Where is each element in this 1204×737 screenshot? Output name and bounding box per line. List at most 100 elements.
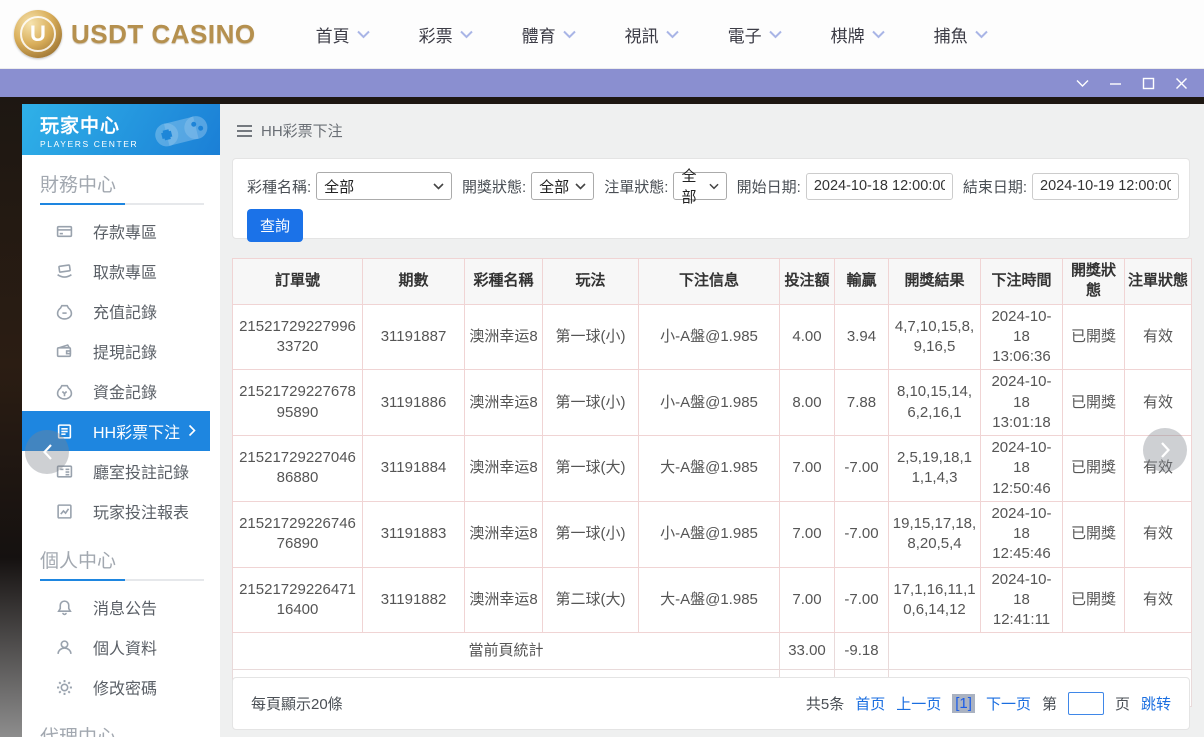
- jump-button[interactable]: 跳转: [1141, 693, 1171, 714]
- chevron-down-icon: [871, 30, 885, 38]
- lottery-select[interactable]: 全部: [316, 172, 452, 200]
- table-cell: 31191887: [362, 303, 465, 371]
- col-draw-status: 開獎狀態: [1062, 258, 1125, 305]
- table-cell: 2152172922799633720: [232, 303, 363, 371]
- table-cell: -7.00: [834, 435, 889, 502]
- section-label-personal: 個人中心: [40, 551, 117, 572]
- table-row: 2152172922767895890 31191886 澳洲幸运8 第一球(小) 小-…: [232, 369, 1192, 436]
- start-date-label: 開始日期:: [736, 178, 801, 196]
- next-page-link[interactable]: 下一页: [986, 693, 1031, 714]
- col-bet-info: 下注信息: [638, 258, 780, 305]
- table-cell: 已開獎: [1062, 369, 1125, 436]
- table-cell: 8.00: [779, 369, 835, 436]
- sidebar-item-withdraw[interactable]: 取款專區: [22, 251, 220, 291]
- summary-bet-total: 33.00: [779, 632, 835, 671]
- breadcrumb: HH彩票下注: [237, 120, 343, 141]
- minimize-icon[interactable]: [1109, 77, 1122, 90]
- order-status-label: 注單狀態:: [604, 178, 669, 196]
- sidebar-item-recharge-record[interactable]: 充值記錄: [22, 291, 220, 331]
- table-cell: 第一球(大): [542, 435, 639, 502]
- order-status-select[interactable]: 全部: [673, 168, 727, 206]
- maximize-icon[interactable]: [1142, 77, 1155, 90]
- table-cell: 2024-10-18 12:45:46: [980, 500, 1063, 568]
- table-cell: 2024-10-18 12:41:11: [980, 566, 1063, 634]
- table-cell: 2152172922767895890: [232, 369, 363, 436]
- summary-row-current-page: 當前頁統計 33.00 -9.18: [232, 632, 1192, 671]
- sidebar-collapse-button[interactable]: [25, 430, 69, 474]
- nav-item-sports[interactable]: 體育: [522, 22, 576, 47]
- sidebar: 玩家中心 PLAYERS CENTER 財務中心 存款專區 取款專區 充值記錄 …: [22, 104, 220, 737]
- table-cell: 2152172922674676890: [232, 500, 363, 568]
- table-cell: 31191884: [362, 435, 465, 502]
- table-cell: 第一球(小): [542, 369, 639, 436]
- chevron-down-icon: [768, 30, 782, 38]
- section-label-agent: 代理中心: [40, 722, 204, 737]
- draw-status-label: 開獎狀態:: [461, 178, 527, 196]
- chevron-down-icon: [665, 30, 679, 38]
- sidebar-header: 玩家中心 PLAYERS CENTER: [22, 104, 220, 155]
- bell-icon: [55, 598, 73, 616]
- table-cell: 已開獎: [1062, 566, 1125, 634]
- sidebar-item-announcements[interactable]: 消息公告: [22, 587, 220, 627]
- nav-item-home[interactable]: 首頁: [316, 22, 370, 47]
- table-cell: 澳洲幸运8: [464, 369, 543, 436]
- current-page-indicator: [1]: [952, 694, 975, 713]
- site-logo[interactable]: U USDT CASINO: [14, 10, 256, 58]
- col-order-no: 訂單號: [232, 258, 363, 305]
- section-divider: [40, 203, 204, 205]
- table-cell: 2152172922647116400: [232, 566, 363, 634]
- col-play-type: 玩法: [542, 258, 639, 305]
- table-cell: 7.88: [834, 369, 889, 436]
- main-menu: 首頁 彩票 體育 視訊 電子 棋牌 捕魚: [316, 22, 988, 47]
- section-divider: [40, 579, 204, 581]
- recharge-record-icon: [55, 302, 73, 320]
- nav-item-fishing[interactable]: 捕魚: [934, 22, 988, 47]
- sidebar-item-player-report[interactable]: 玩家投注報表: [22, 491, 220, 531]
- table-row: 2152172922704686880 31191884 澳洲幸运8 第一球(大) 大-…: [232, 435, 1192, 502]
- pagination-controls: 共5条 首页 上一页 [1] 下一页 第 页 跳转: [806, 692, 1171, 715]
- col-order-status: 注單狀態: [1124, 258, 1192, 305]
- total-count-text: 共5条: [805, 696, 845, 713]
- withdraw-hand-icon: [55, 262, 73, 280]
- table-cell: 4,7,10,15,8,9,16,5: [888, 303, 981, 371]
- table-cell: -7.00: [834, 566, 889, 634]
- nav-item-cards[interactable]: 棋牌: [831, 22, 885, 47]
- sidebar-item-profile[interactable]: 個人資料: [22, 627, 220, 667]
- funds-record-icon: [55, 382, 73, 400]
- panel-expand-button[interactable]: [1143, 428, 1187, 472]
- table-cell: 已開獎: [1062, 435, 1125, 502]
- first-page-link[interactable]: 首页: [855, 693, 885, 714]
- end-date-input[interactable]: [1032, 172, 1179, 200]
- search-button[interactable]: 查詢: [247, 209, 304, 242]
- table-cell: -7.00: [834, 500, 889, 568]
- nav-item-lottery[interactable]: 彩票: [419, 22, 473, 47]
- col-lottery-name: 彩種名稱: [464, 258, 543, 305]
- deposit-card-icon: [55, 222, 73, 240]
- nav-item-slots[interactable]: 電子: [728, 22, 782, 47]
- table-row: 2152172922674676890 31191883 澳洲幸运8 第一球(小) 小-…: [232, 500, 1192, 568]
- player-report-icon: [55, 502, 73, 520]
- sidebar-item-funds-record[interactable]: 資金記錄: [22, 371, 220, 411]
- prev-page-link[interactable]: 上一页: [896, 693, 941, 714]
- collapse-chevron-icon[interactable]: [1076, 79, 1089, 88]
- table-body: 2152172922799633720 31191887 澳洲幸运8 第一球(小) 小-…: [232, 303, 1192, 634]
- page-number-input[interactable]: [1067, 692, 1104, 715]
- table-cell: 31191882: [362, 566, 465, 634]
- table-row: 2152172922647116400 31191882 澳洲幸运8 第二球(大) 大-…: [232, 566, 1192, 634]
- sidebar-item-deposit[interactable]: 存款專區: [22, 211, 220, 251]
- table-cell: 7.00: [779, 566, 835, 634]
- start-date-input[interactable]: [805, 172, 953, 200]
- close-icon[interactable]: [1175, 77, 1188, 90]
- nav-item-live[interactable]: 視訊: [625, 22, 679, 47]
- gear-icon: [55, 678, 73, 696]
- sidebar-item-withdrawal-record[interactable]: 提現記錄: [22, 331, 220, 371]
- chevron-down-icon: [709, 183, 719, 189]
- draw-status-select[interactable]: 全部: [531, 172, 595, 200]
- table-cell: 19,15,17,18,8,20,5,4: [888, 500, 981, 568]
- table-cell: 第二球(大): [542, 566, 639, 634]
- sidebar-item-change-password[interactable]: 修改密碼: [22, 667, 220, 707]
- table-cell: 有效: [1124, 500, 1192, 568]
- chevron-down-icon: [562, 30, 576, 38]
- page-title: HH彩票下注: [261, 123, 343, 140]
- hamburger-menu-icon[interactable]: [237, 124, 252, 137]
